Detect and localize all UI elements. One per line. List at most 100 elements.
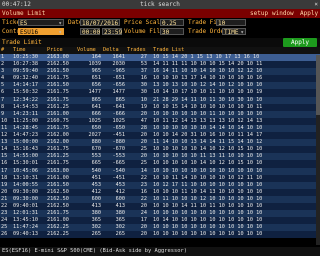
row-trade-list: 10 10 10 10 10 10 11 10 10 10 10 10 — [152, 110, 320, 118]
row-trade-list: 10 10 15 14 10 10 10 10 10 10 10 11 — [152, 103, 320, 111]
table-row[interactable]: 24 13:45:10 2161.00 365 365 17 10 14 10 10 10 … — [0, 217, 320, 225]
table-row[interactable]: 15 14:55:00 2161.25 553 -553 20 10 10 10 10 10… — [0, 153, 320, 161]
chevron-down-icon: ▾ — [58, 20, 62, 27]
row-delta: 600 — [102, 195, 126, 203]
row-time: 15:00:00 — [12, 139, 46, 147]
row-trades: 53 — [126, 61, 148, 69]
table-row[interactable]: 5 14:14:17 2161.50 656 -656 30 13 10 13 10 10 … — [0, 82, 320, 90]
volume-limit-label: Volume Limit — [2, 10, 46, 17]
table-row[interactable]: 13 15:00:00 2162.00 880 -880 20 11 14 10 10 13… — [0, 139, 320, 147]
close-icon[interactable]: × — [314, 0, 318, 9]
date-field[interactable]: 18/07/2016 — [80, 19, 120, 27]
tick-search-window: { "window": { "clock": "00:47:12", "titl… — [0, 0, 320, 256]
table-row[interactable]: 9 14:23:11 2161.00 666 -666 20 10 10 10 10 10 … — [0, 110, 320, 118]
row-price: 2162.50 — [46, 61, 76, 69]
col-header-delta[interactable]: Delta — [102, 47, 126, 54]
table-row[interactable]: 18 13:10:31 2161.00 451 -451 22 10 10 11 14 10… — [0, 174, 320, 182]
row-volume: 413 — [76, 202, 102, 211]
row-index: 1 — [0, 54, 12, 62]
table-row[interactable]: 11 14:28:45 2161.75 650 -650 28 10 10 10 10 10… — [0, 124, 320, 133]
col-header-trade-list[interactable]: Trade List — [152, 47, 320, 54]
table-row[interactable]: 21 09:30:00 2162.50 600 600 22 10 11 10 10 10 … — [0, 195, 320, 203]
table-row[interactable]: 2 10:27:38 2162.50 1039 2030 53 14 11 11 11 10… — [0, 61, 320, 69]
tick-table: # Time Price Volume Delta Trades Trade L… — [0, 47, 320, 239]
row-volume: 164 — [76, 54, 102, 62]
row-index: 7 — [0, 96, 12, 104]
trade-order-dropdown[interactable]: TIME ▾ — [222, 28, 246, 36]
row-trade-list: 10 10 10 10 10 10 10 10 10 10 10 10 — [152, 224, 320, 232]
apply-button[interactable]: Apply — [283, 38, 317, 47]
table-row[interactable]: 22 09:40:01 2162.50 413 413 20 10 10 10 14 11 … — [0, 202, 320, 211]
row-index: 13 — [0, 139, 12, 147]
price-scale-field[interactable]: 0.25 — [160, 19, 184, 27]
table-row[interactable]: 4 09:32:40 2161.75 651 -651 16 10 10 10 13 17 … — [0, 75, 320, 83]
row-delta: -451 — [102, 132, 126, 140]
row-time: 11:47:24 — [12, 224, 46, 232]
table-row[interactable]: 10 11:25:00 2160.75 1025 1025 47 10 11 12 14 1… — [0, 117, 320, 125]
row-trade-list: 10 10 10 10 10 10 14 14 10 14 10 10 — [152, 124, 320, 133]
contract-dropdown[interactable]: ESU16 ▾ — [18, 28, 64, 36]
row-volume: 380 — [76, 210, 102, 218]
row-trade-list: 10 10 10 10 10 10 10 10 10 10 10 10 — [152, 167, 320, 175]
volume-filter-field[interactable]: 30 — [160, 28, 184, 36]
col-header-price[interactable]: Price — [46, 47, 76, 54]
row-trades: 20 — [126, 153, 148, 161]
row-delta: 2030 — [102, 61, 126, 69]
col-header-index[interactable]: # — [0, 47, 12, 54]
table-row[interactable]: 23 12:01:31 2161.75 380 380 24 10 10 10 10 10 … — [0, 210, 320, 218]
row-volume: 651 — [76, 75, 102, 83]
table-row[interactable]: 17 10:45:06 2163.00 540 -540 14 10 10 10 10 10… — [0, 167, 320, 175]
row-trade-list: 10 10 11 14 10 10 10 10 10 12 11 10 — [152, 174, 320, 182]
table-row[interactable]: 14 15:16:43 2161.75 670 -670 25 10 10 10 10 10… — [0, 146, 320, 154]
row-index: 24 — [0, 217, 12, 225]
price-scale-label: Price Scale — [124, 19, 164, 26]
trade-filter-field[interactable]: 10 — [216, 19, 246, 27]
table-row[interactable]: 7 12:34:22 2161.75 865 865 10 21 28 29 14 11 1… — [0, 96, 320, 104]
table-row[interactable]: 19 14:00:55 2161.50 453 453 23 10 12 17 11 10 … — [0, 181, 320, 189]
row-price: 2161.75 — [46, 210, 76, 218]
row-trades: 20 — [126, 110, 148, 118]
row-index: 18 — [0, 174, 12, 182]
row-delta: 865 — [102, 96, 126, 104]
table-row[interactable]: 12 14:47:23 2162.00 2027 -451 20 10 10 14 20 3… — [0, 132, 320, 140]
to-time-field[interactable]: 23:59 — [102, 28, 122, 36]
table-row[interactable]: 26 09:40:13 2162.25 265 265 20 10 10 10 10 10 … — [0, 231, 320, 239]
row-delta: -965 — [102, 68, 126, 76]
row-trades: 22 — [126, 174, 148, 182]
menu-item-apply[interactable]: Apply — [300, 9, 318, 18]
row-time: 11:25:00 — [12, 117, 46, 125]
from-time-field[interactable]: 00:00 — [80, 28, 100, 36]
ticker-dropdown[interactable]: ES ▾ — [18, 19, 64, 27]
menu-item-window[interactable]: window — [272, 9, 294, 18]
col-header-time[interactable]: Time — [12, 47, 46, 54]
row-trade-list: 10 10 10 10 10 14 10 12 10 15 10 10 — [152, 160, 320, 168]
row-price: 2161.25 — [46, 153, 76, 161]
row-volume: 670 — [76, 146, 102, 154]
row-volume: 665 — [76, 160, 102, 168]
menu-item-setup[interactable]: setup — [250, 9, 268, 18]
scrollbar-thumb[interactable] — [316, 55, 320, 115]
row-price: 2161.00 — [46, 174, 76, 182]
vertical-scrollbar[interactable] — [316, 55, 320, 245]
row-volume: 1025 — [76, 117, 102, 125]
row-volume: 1039 — [76, 61, 102, 69]
table-row[interactable]: 25 11:47:24 2162.25 302 302 20 10 10 10 10 10 … — [0, 224, 320, 232]
row-volume: 1477 — [76, 89, 102, 97]
search-form: Ticker ES ▾ Date 18/07/2016 Price Scale 0… — [0, 18, 320, 38]
row-trades: 16 — [126, 188, 148, 196]
row-index: 6 — [0, 89, 12, 97]
col-header-volume[interactable]: Volume — [76, 47, 102, 54]
table-row[interactable]: 16 15:30:01 2161.75 665 -665 25 10 10 10 10 10… — [0, 160, 320, 168]
row-trades: 30 — [126, 82, 148, 90]
table-row[interactable]: 20 09:30:00 2162.50 412 412 16 10 10 10 11 10 … — [0, 188, 320, 196]
row-time: 09:32:40 — [12, 75, 46, 83]
table-row[interactable]: 1 10:25:30 2163.00 164 1641 27 10 15 14 20 1 1… — [0, 54, 320, 62]
row-trade-list: 13 10 13 10 10 12 14 10 12 10 10 10 — [152, 82, 320, 90]
row-trades: 30 — [126, 89, 148, 97]
table-row[interactable]: 6 15:50:32 2161.75 1477 1477 30 10 14 10 17 10… — [0, 89, 320, 97]
row-time: 13:10:31 — [12, 174, 46, 182]
table-row[interactable]: 8 14:54:53 2161.25 641 -641 19 10 10 15 14 10 … — [0, 103, 320, 111]
row-index: 22 — [0, 202, 12, 211]
col-header-trades[interactable]: Trades — [126, 47, 148, 54]
table-row[interactable]: 3 09:59:40 2161.50 965 -965 37 16 14 11 10 10 … — [0, 68, 320, 76]
